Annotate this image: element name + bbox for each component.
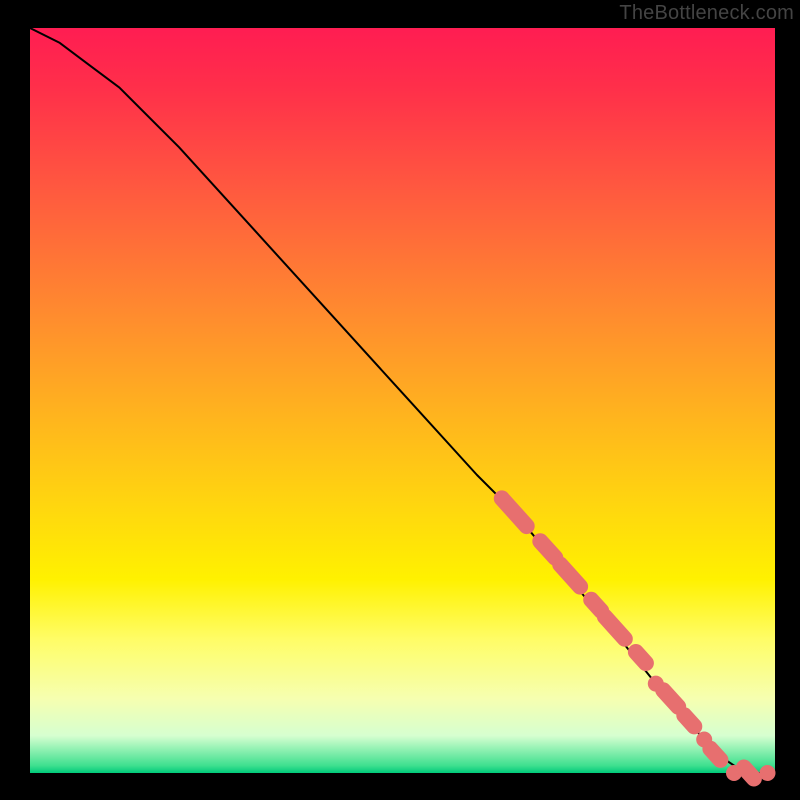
marker-layer: [502, 498, 776, 781]
curve-marker: [684, 715, 694, 726]
bottleneck-curve: [30, 28, 775, 773]
curve-marker: [710, 749, 720, 760]
curve-marker: [605, 617, 625, 639]
chart-overlay: [30, 28, 775, 773]
watermark-text: TheBottleneck.com: [619, 2, 794, 25]
chart-frame: TheBottleneck.com: [0, 0, 800, 800]
plot-area: [30, 28, 775, 773]
curve-marker: [540, 541, 555, 558]
curve-marker: [591, 600, 601, 611]
curve-marker: [560, 565, 580, 587]
curve-marker: [636, 652, 646, 663]
curve-marker: [502, 498, 527, 526]
curve-marker: [663, 690, 678, 707]
curve-marker: [760, 765, 776, 781]
curve-marker: [744, 768, 754, 779]
